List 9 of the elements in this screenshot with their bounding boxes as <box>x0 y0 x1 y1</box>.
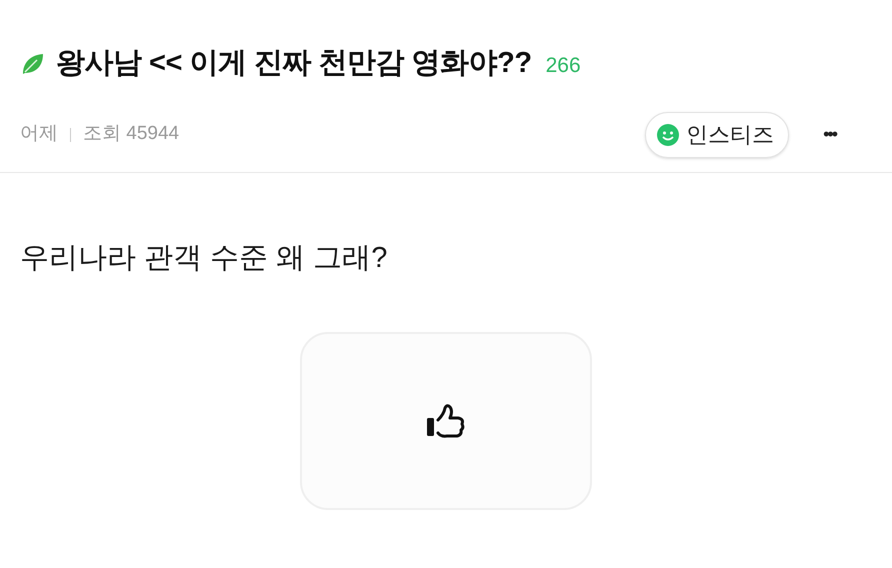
like-button[interactable] <box>300 332 592 510</box>
post-title: 왕사남 << 이게 진짜 천만감 영화야?? <box>56 46 532 81</box>
post-body: 우리나라 관객 수준 왜 그래? <box>19 240 388 276</box>
more-button[interactable]: ••• <box>823 121 836 148</box>
board-chip[interactable]: 인스티즈 <box>645 112 790 158</box>
thumbs-up-icon <box>425 402 467 440</box>
post-date: 어제 <box>20 122 58 146</box>
smiley-icon <box>656 122 680 146</box>
view-count: 조회 45944 <box>83 122 180 146</box>
